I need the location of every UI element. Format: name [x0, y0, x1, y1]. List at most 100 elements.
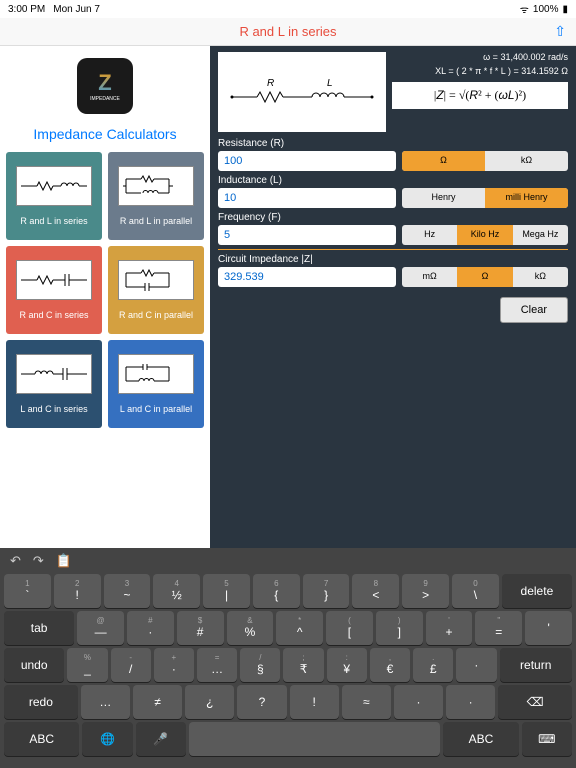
- logo-z-icon: Z: [98, 70, 111, 96]
- key-⌨[interactable]: ⌨: [522, 722, 572, 756]
- key-tab[interactable]: tab: [4, 611, 74, 645]
- key-|[interactable]: 5|: [203, 574, 250, 608]
- paste-icon[interactable]: 📋: [56, 553, 72, 569]
- card-label: R and L in series: [20, 216, 87, 226]
- resistance-input[interactable]: [218, 151, 396, 171]
- key-·[interactable]: #·: [127, 611, 174, 645]
- key-¥[interactable]: :¥: [327, 648, 367, 682]
- seg-mΩ[interactable]: mΩ: [402, 267, 457, 287]
- redo-icon[interactable]: ↷: [33, 553, 44, 569]
- seg-Henry[interactable]: Henry: [402, 188, 485, 208]
- resistance-label: Resistance (R): [218, 138, 568, 149]
- card-l-and-c-in-parallel[interactable]: L and C in parallel: [108, 340, 204, 428]
- impedance-label: Circuit Impedance |Z|: [218, 254, 568, 265]
- seg-MegaHz[interactable]: Mega Hz: [513, 225, 568, 245]
- card-diagram: [16, 260, 92, 300]
- nav-bar: R and L in series ⇧: [0, 18, 576, 46]
- key-#[interactable]: $#: [177, 611, 224, 645]
- key-![interactable]: !: [290, 685, 339, 719]
- clear-button[interactable]: Clear: [500, 297, 568, 323]
- key-🎤[interactable]: 🎤: [136, 722, 186, 756]
- key-`[interactable]: 1`: [4, 574, 51, 608]
- key-![interactable]: 2!: [54, 574, 101, 608]
- key-·[interactable]: ·: [446, 685, 495, 719]
- card-label: L and C in series: [20, 404, 87, 414]
- card-diagram: [118, 354, 194, 394]
- key-^[interactable]: *^: [276, 611, 323, 645]
- card-diagram: [118, 166, 194, 206]
- key-…[interactable]: =…: [197, 648, 237, 682]
- key-+[interactable]: '+: [426, 611, 473, 645]
- key-delete[interactable]: delete: [502, 574, 572, 608]
- key-=[interactable]: "=: [475, 611, 522, 645]
- key-ABC[interactable]: ABC: [443, 722, 518, 756]
- seg-Ω[interactable]: Ω: [457, 267, 512, 287]
- inductance-label: Inductance (L): [218, 175, 568, 186]
- impedance-output[interactable]: [218, 267, 396, 287]
- seg-Hz[interactable]: Hz: [402, 225, 457, 245]
- key-≠[interactable]: ≠: [133, 685, 182, 719]
- seg-KiloHz[interactable]: Kilo Hz: [457, 225, 512, 245]
- key-space[interactable]: [189, 722, 440, 756]
- key-·[interactable]: +·: [154, 648, 194, 682]
- card-r-and-c-in-parallel[interactable]: R and C in parallel: [108, 246, 204, 334]
- key-return[interactable]: return: [500, 648, 572, 682]
- key-🌐[interactable]: 🌐: [82, 722, 132, 756]
- card-l-and-c-in-series[interactable]: L and C in series: [6, 340, 102, 428]
- key-undo[interactable]: undo: [4, 648, 64, 682]
- key-£[interactable]: .£: [413, 648, 453, 682]
- logo: Z IMPEDANCE: [0, 46, 210, 120]
- key-<[interactable]: 8<: [352, 574, 399, 608]
- seg-kΩ[interactable]: kΩ: [485, 151, 568, 171]
- key-·[interactable]: ·: [394, 685, 443, 719]
- key-[[interactable]: ([: [326, 611, 373, 645]
- key-][interactable]: )]: [376, 611, 423, 645]
- share-icon[interactable]: ⇧: [554, 23, 566, 40]
- key-}[interactable]: 7}: [303, 574, 350, 608]
- key-₹[interactable]: ;₹: [283, 648, 323, 682]
- key-½[interactable]: 4½: [153, 574, 200, 608]
- key-_[interactable]: %_: [67, 648, 107, 682]
- xl-text: XL = ( 2 * π * f * L ) = 314.1592 Ω: [392, 66, 568, 76]
- card-diagram: [16, 354, 92, 394]
- sidebar-title: Impedance Calculators: [0, 120, 210, 152]
- undo-icon[interactable]: ↶: [10, 553, 21, 569]
- key-ABC[interactable]: ABC: [4, 722, 79, 756]
- key-⌫[interactable]: ⌫: [498, 685, 572, 719]
- key-§[interactable]: /§: [240, 648, 280, 682]
- svg-text:L: L: [327, 78, 333, 89]
- key-≈[interactable]: ≈: [342, 685, 391, 719]
- nav-title: R and L in series: [239, 24, 336, 39]
- seg-Ω[interactable]: Ω: [402, 151, 485, 171]
- key->[interactable]: 9>: [402, 574, 449, 608]
- card-r-and-l-in-parallel[interactable]: R and L in parallel: [108, 152, 204, 240]
- status-bar: 3:00 PM Mon Jun 7 ᯤ 100% ▮: [0, 0, 576, 18]
- key-…[interactable]: …: [81, 685, 130, 719]
- circuit-diagram: R L: [218, 52, 386, 132]
- key-redo[interactable]: redo: [4, 685, 78, 719]
- key-\[interactable]: 0\: [452, 574, 499, 608]
- key-%[interactable]: &%: [227, 611, 274, 645]
- inductance-input[interactable]: [218, 188, 396, 208]
- svg-text:R: R: [267, 78, 274, 89]
- seg-kΩ[interactable]: kΩ: [513, 267, 568, 287]
- key-'[interactable]: ': [525, 611, 572, 645]
- key-{[interactable]: 6{: [253, 574, 300, 608]
- frequency-input[interactable]: [218, 225, 396, 245]
- battery-pct: 100%: [533, 4, 559, 15]
- frequency-label: Frequency (F): [218, 212, 568, 223]
- key-·[interactable]: ·: [456, 648, 496, 682]
- divider: [218, 249, 568, 250]
- seg-milliHenry[interactable]: milli Henry: [485, 188, 568, 208]
- wifi-icon: ᯤ: [520, 2, 529, 16]
- card-r-and-l-in-series[interactable]: R and L in series: [6, 152, 102, 240]
- key-—[interactable]: @—: [77, 611, 124, 645]
- card-label: R and L in parallel: [120, 216, 192, 226]
- key-?[interactable]: ?: [237, 685, 286, 719]
- key-~[interactable]: 3~: [104, 574, 151, 608]
- card-diagram: [118, 260, 194, 300]
- key-¿[interactable]: ¿: [185, 685, 234, 719]
- key-/[interactable]: -/: [111, 648, 151, 682]
- key-€[interactable]: ,€: [370, 648, 410, 682]
- card-r-and-c-in-series[interactable]: R and C in series: [6, 246, 102, 334]
